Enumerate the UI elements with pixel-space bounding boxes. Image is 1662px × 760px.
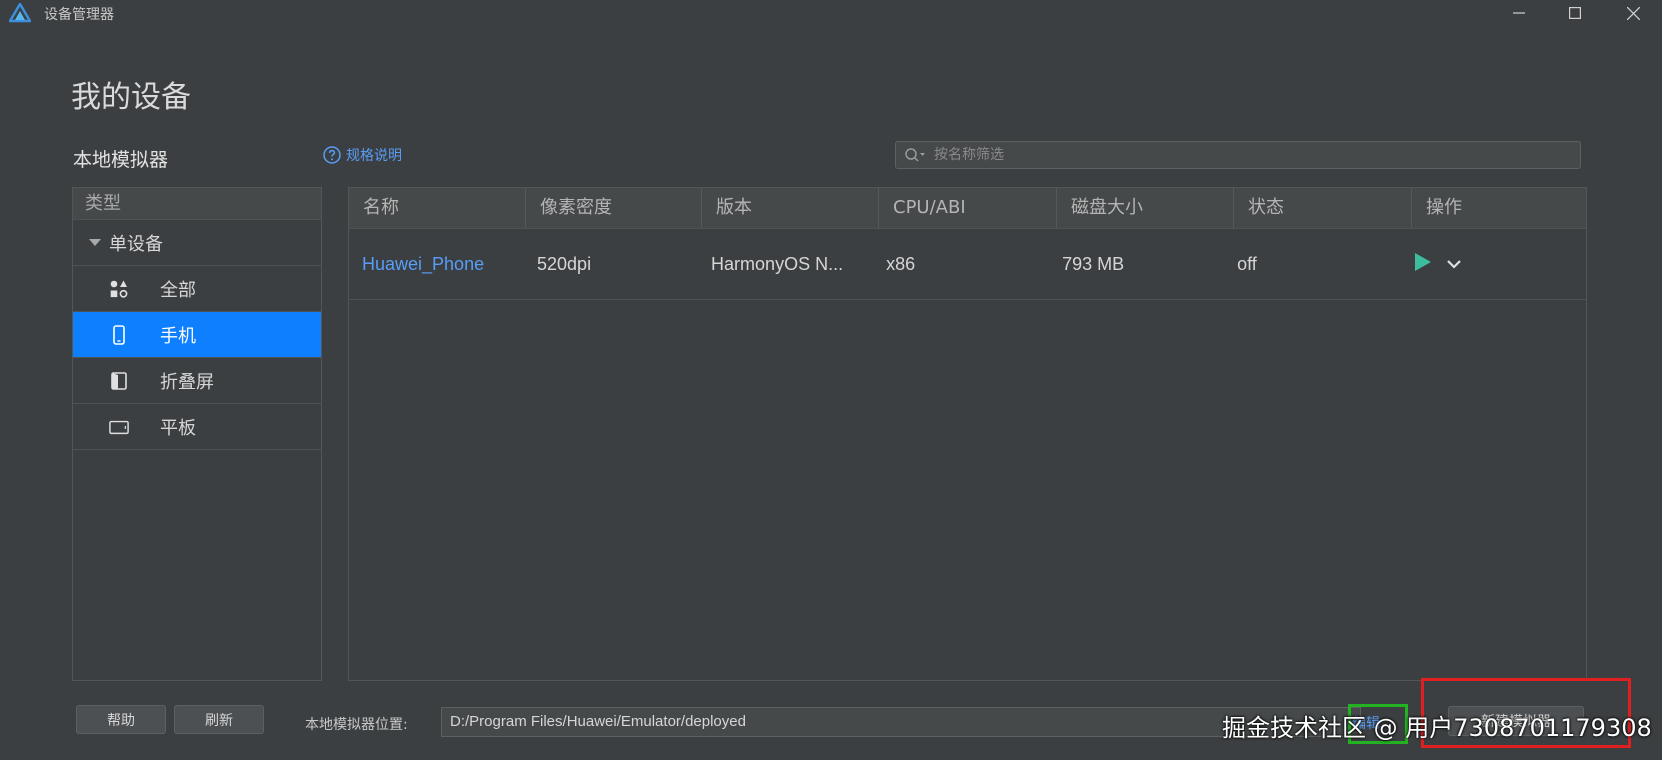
window-title: 设备管理器 <box>44 7 114 23</box>
grid-shapes-icon <box>109 279 129 299</box>
title-bar: 设备管理器 <box>0 0 1662 26</box>
column-header-status[interactable]: 状态 <box>1234 188 1412 228</box>
category-item-label: 全部 <box>160 279 196 301</box>
device-version: HarmonyOS N... <box>711 253 844 274</box>
device-table: 名称 像素密度 版本 CPU/ABI 磁盘大小 状态 操作 Huawei_Pho… <box>348 187 1587 681</box>
more-actions-button[interactable] <box>1446 255 1462 274</box>
location-label: 本地模拟器位置: <box>305 717 408 733</box>
category-item-all[interactable]: 全部 <box>73 266 321 312</box>
phone-icon <box>109 325 129 345</box>
tablet-icon <box>109 417 129 437</box>
column-header-disk[interactable]: 磁盘大小 <box>1057 188 1234 228</box>
device-cpu: x86 <box>886 253 916 274</box>
minimize-button[interactable] <box>1496 0 1542 26</box>
category-header: 类型 <box>73 188 321 220</box>
device-name-link[interactable]: Huawei_Phone <box>349 254 524 275</box>
column-header-version[interactable]: 版本 <box>702 188 879 228</box>
device-actions <box>1400 252 1586 276</box>
category-group-single-device[interactable]: 单设备 <box>73 220 321 266</box>
maximize-icon <box>1569 7 1581 19</box>
minimize-icon <box>1513 12 1525 14</box>
spec-link-label: 规格说明 <box>346 148 402 164</box>
search-box[interactable] <box>895 141 1581 169</box>
search-input[interactable] <box>932 146 1536 164</box>
category-item-label: 折叠屏 <box>160 371 214 393</box>
column-header-density[interactable]: 像素密度 <box>526 188 702 228</box>
help-circle-icon <box>323 146 341 164</box>
column-header-actions: 操作 <box>1426 197 1462 218</box>
close-icon <box>1626 6 1640 20</box>
play-icon <box>1415 253 1432 271</box>
caret-down-icon <box>89 238 101 246</box>
category-item-phone[interactable]: 手机 <box>73 312 321 358</box>
section-title: 本地模拟器 <box>73 149 169 171</box>
device-manager-window: 设备管理器 我的设备 本地模拟器 规格说明 类型 单设 <box>0 0 1662 760</box>
device-disk-size: 793 MB <box>1062 253 1125 274</box>
column-header-name[interactable]: 名称 <box>349 188 526 228</box>
device-density: 520dpi <box>537 253 592 274</box>
foldable-icon <box>109 371 129 391</box>
category-item-foldable[interactable]: 折叠屏 <box>73 358 321 404</box>
column-header-cpu[interactable]: CPU/ABI <box>879 188 1057 228</box>
category-panel: 类型 单设备 全部 手机 折叠屏 平板 <box>72 187 322 681</box>
category-item-label: 平板 <box>160 417 196 439</box>
category-group-label: 单设备 <box>109 233 163 255</box>
run-button[interactable] <box>1414 252 1432 276</box>
watermark: 掘金技术社区 @ 用户7308701179308 <box>1222 714 1652 742</box>
page-title: 我的设备 <box>71 80 191 115</box>
category-item-tablet[interactable]: 平板 <box>73 404 321 450</box>
maximize-button[interactable] <box>1552 0 1598 26</box>
refresh-button[interactable]: 刷新 <box>174 705 264 734</box>
category-item-label: 手机 <box>160 325 196 347</box>
spec-link[interactable]: 规格说明 <box>323 145 402 165</box>
close-button[interactable] <box>1610 0 1656 26</box>
table-header: 名称 像素密度 版本 CPU/ABI 磁盘大小 状态 操作 <box>349 188 1586 229</box>
chevron-down-icon <box>1447 259 1461 269</box>
app-logo-icon <box>8 2 32 23</box>
search-icon <box>905 148 925 162</box>
table-row[interactable]: Huawei_Phone 520dpi HarmonyOS N... x86 7… <box>349 229 1586 300</box>
help-button[interactable]: 帮助 <box>76 705 166 734</box>
device-status: off <box>1237 253 1257 274</box>
